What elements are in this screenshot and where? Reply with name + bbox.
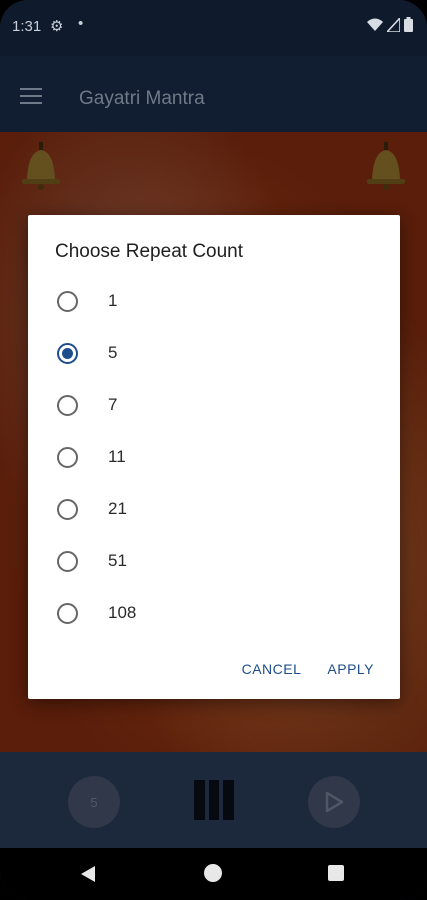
option-label: 51 — [108, 551, 127, 570]
recents-icon[interactable] — [328, 865, 344, 881]
status-time: 1:31 — [12, 18, 42, 35]
option-label: 108 — [108, 603, 137, 622]
option-label: 21 — [108, 499, 127, 518]
option-label: 1 — [108, 291, 118, 310]
apply-button[interactable]: APPLY — [327, 661, 374, 677]
player-controls: 5 — [0, 752, 427, 848]
menu-icon[interactable] — [20, 88, 42, 104]
app-screen: 1:31 ⚙ • Gayatri Mantra 5 Choose Repeat … — [0, 0, 427, 900]
repeat-count-dialog: Choose Repeat Count 1 5 7 11 21 51 108 C… — [28, 215, 400, 699]
status-bar: 1:31 ⚙ • — [0, 0, 427, 56]
app-title: Gayatri Mantra — [79, 88, 205, 109]
option-label: 5 — [108, 343, 118, 362]
option-51[interactable]: 51 — [28, 535, 400, 587]
option-21[interactable]: 21 — [28, 483, 400, 535]
radio-button[interactable] — [57, 498, 78, 520]
option-7[interactable]: 7 — [28, 379, 400, 431]
option-108[interactable]: 108 — [28, 587, 400, 639]
option-1[interactable]: 1 — [28, 275, 400, 327]
radio-button[interactable] — [57, 290, 78, 312]
radio-button[interactable] — [57, 602, 78, 624]
radio-button-selected[interactable] — [57, 342, 78, 364]
app-bar: Gayatri Mantra — [0, 56, 427, 132]
radio-button[interactable] — [57, 550, 78, 572]
radio-button[interactable] — [57, 446, 78, 468]
dialog-actions: CANCEL APPLY — [242, 661, 374, 677]
battery-icon — [404, 17, 413, 32]
wifi-icon — [367, 18, 383, 31]
option-label: 11 — [108, 447, 126, 466]
signal-icon — [387, 17, 400, 32]
option-label: 7 — [108, 395, 118, 414]
gear-icon: ⚙ — [50, 18, 64, 35]
radio-button[interactable] — [57, 394, 78, 416]
cancel-button[interactable]: CANCEL — [242, 661, 302, 677]
controls-scrim — [0, 752, 427, 848]
back-icon[interactable] — [80, 865, 96, 883]
system-nav-bar — [0, 848, 427, 900]
status-icons — [367, 17, 413, 32]
option-11[interactable]: 11 — [28, 431, 400, 483]
dialog-title: Choose Repeat Count — [55, 241, 244, 262]
option-5[interactable]: 5 — [28, 327, 400, 379]
notification-dot: • — [78, 15, 84, 32]
home-icon[interactable] — [204, 864, 222, 882]
